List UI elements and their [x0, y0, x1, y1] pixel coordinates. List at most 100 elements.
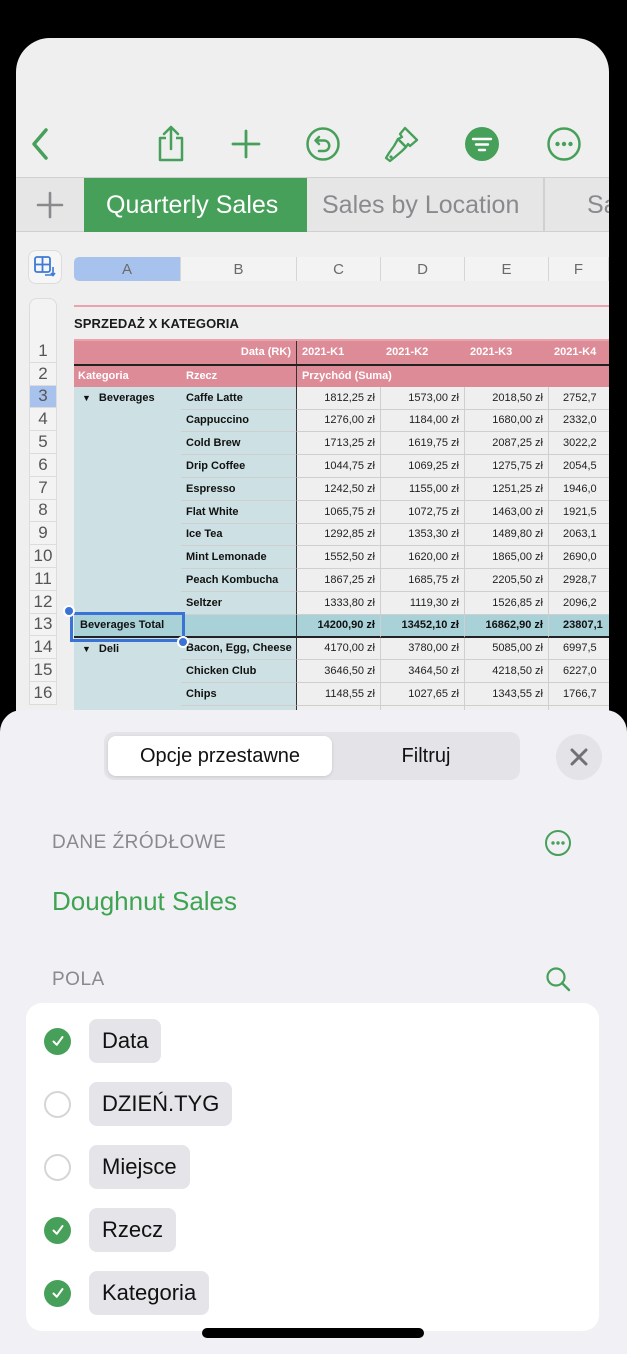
item-cell[interactable]: Mint Lemonade: [181, 546, 297, 570]
value-cell[interactable]: 1069,25 zł: [381, 455, 465, 478]
value-cell[interactable]: 1620,00 zł: [381, 546, 465, 570]
table-options-button[interactable]: [28, 250, 62, 284]
value-cell[interactable]: 1333,80 zł: [297, 591, 381, 615]
value-cell[interactable]: 2928,7: [549, 569, 609, 592]
value-cell[interactable]: 1552,50 zł: [297, 546, 381, 570]
total-value-cell[interactable]: 14200,90 zł: [297, 614, 381, 638]
value-cell[interactable]: 1463,00 zł: [465, 500, 549, 524]
header-cell[interactable]: 2021-K2: [381, 341, 465, 364]
value-cell[interactable]: 1766,7: [549, 683, 609, 706]
checkmark-unchecked-icon[interactable]: [44, 1153, 71, 1181]
category-cell[interactable]: [74, 546, 181, 570]
value-cell[interactable]: 4170,00 zł: [297, 637, 381, 661]
undo-icon[interactable]: [303, 124, 343, 164]
item-cell[interactable]: Cappuccino: [181, 409, 297, 433]
back-chevron-icon[interactable]: [20, 124, 60, 164]
tab-truncated[interactable]: Sa: [544, 178, 609, 232]
value-cell[interactable]: 3646,50 zł: [297, 660, 381, 684]
value-cell[interactable]: 3780,00 zł: [381, 637, 465, 661]
item-cell[interactable]: Drip Coffee: [181, 455, 297, 478]
value-cell[interactable]: 1685,75 zł: [381, 569, 465, 592]
value-cell[interactable]: 2087,25 zł: [465, 432, 549, 456]
value-cell[interactable]: 1526,85 zł: [465, 591, 549, 615]
category-cell[interactable]: [74, 660, 181, 684]
field-chip[interactable]: Kategoria: [89, 1271, 210, 1315]
value-cell[interactable]: 1619,75 zł: [381, 432, 465, 456]
value-cell[interactable]: 2096,2: [549, 591, 609, 615]
value-cell[interactable]: 1867,25 zł: [297, 569, 381, 592]
value-cell[interactable]: 1489,80 zł: [465, 523, 549, 547]
category-cell[interactable]: [74, 477, 181, 501]
field-chip[interactable]: Data: [89, 1019, 162, 1063]
selection-handle-top-left[interactable]: [63, 605, 75, 617]
value-cell[interactable]: 1242,50 zł: [297, 477, 381, 501]
category-cell[interactable]: ▼ Deli: [74, 637, 181, 661]
value-cell[interactable]: 1573,00 zł: [381, 386, 465, 410]
item-cell[interactable]: Flat White: [181, 500, 297, 524]
value-cell[interactable]: 1119,30 zł: [381, 591, 465, 615]
close-button[interactable]: [556, 734, 602, 780]
header-cell[interactable]: 2021-K3: [465, 341, 549, 364]
row-header[interactable]: 12: [29, 590, 57, 614]
checkmark-checked-icon[interactable]: [44, 1027, 71, 1055]
item-cell[interactable]: Bacon, Egg, Cheese: [181, 637, 297, 661]
header-cell[interactable]: Przychód (Suma): [297, 365, 609, 387]
row-header[interactable]: 9: [29, 522, 57, 546]
row-header[interactable]: 1: [29, 340, 57, 363]
row-header[interactable]: 16: [29, 681, 57, 705]
value-cell[interactable]: 3464,50 zł: [381, 660, 465, 684]
item-cell[interactable]: Ice Tea: [181, 523, 297, 547]
column-header-d[interactable]: D: [381, 257, 465, 281]
header-cell[interactable]: 2021-K4: [549, 341, 609, 364]
total-value-cell[interactable]: 16862,90 zł: [465, 614, 549, 638]
add-icon[interactable]: [226, 124, 266, 164]
segment-pivot-options[interactable]: Opcje przestawne: [108, 736, 332, 776]
row-header[interactable]: 14: [29, 636, 57, 660]
value-cell[interactable]: 1343,55 zł: [465, 683, 549, 706]
item-cell[interactable]: Chicken Club: [181, 660, 297, 684]
source-more-button[interactable]: [542, 827, 574, 859]
category-cell[interactable]: [74, 569, 181, 592]
home-indicator[interactable]: [202, 1328, 424, 1338]
value-cell[interactable]: 1184,00 zł: [381, 409, 465, 433]
checkmark-checked-icon[interactable]: [44, 1216, 71, 1244]
row-header[interactable]: 6: [29, 453, 57, 477]
row-header[interactable]: 10: [29, 545, 57, 568]
category-cell[interactable]: ▼ Beverages: [74, 386, 181, 410]
value-cell[interactable]: 1155,00 zł: [381, 477, 465, 501]
value-cell[interactable]: 1027,65 zł: [381, 683, 465, 706]
fields-search-button[interactable]: [542, 963, 574, 995]
value-cell[interactable]: 2752,7: [549, 386, 609, 410]
value-cell[interactable]: 4218,50 zł: [465, 660, 549, 684]
organize-filter-icon[interactable]: [462, 124, 502, 164]
total-label-cell[interactable]: Beverages Total: [74, 614, 297, 638]
item-cell[interactable]: Seltzer: [181, 591, 297, 615]
checkmark-checked-icon[interactable]: [44, 1279, 71, 1307]
value-cell[interactable]: 2063,1: [549, 523, 609, 547]
header-cell[interactable]: 2021-K1: [297, 341, 381, 364]
add-sheet-button[interactable]: [16, 178, 84, 232]
value-cell[interactable]: 1812,25 zł: [297, 386, 381, 410]
value-cell[interactable]: 1275,75 zł: [465, 455, 549, 478]
value-cell[interactable]: 1044,75 zł: [297, 455, 381, 478]
total-value-cell[interactable]: 13452,10 zł: [381, 614, 465, 638]
row-header[interactable]: 7: [29, 476, 57, 500]
disclosure-triangle-icon[interactable]: ▼: [82, 644, 91, 654]
category-cell[interactable]: [74, 683, 181, 706]
value-cell[interactable]: 1921,5: [549, 500, 609, 524]
value-cell[interactable]: 6997,5: [549, 637, 609, 661]
row-header-selected[interactable]: 3: [29, 385, 57, 409]
value-cell[interactable]: 1072,75 zł: [381, 500, 465, 524]
share-icon[interactable]: [151, 124, 191, 164]
value-cell[interactable]: 1251,25 zł: [465, 477, 549, 501]
value-cell[interactable]: 3022,2: [549, 432, 609, 456]
value-cell[interactable]: 1680,00 zł: [465, 409, 549, 433]
tab-sales-by-location[interactable]: Sales by Location: [307, 178, 544, 232]
header-cell[interactable]: Kategoria: [74, 365, 181, 387]
checkmark-unchecked-icon[interactable]: [44, 1090, 71, 1118]
value-cell[interactable]: 1065,75 zł: [297, 500, 381, 524]
field-chip[interactable]: Miejsce: [89, 1145, 190, 1189]
column-header-b[interactable]: B: [181, 257, 297, 281]
value-cell[interactable]: 2018,50 zł: [465, 386, 549, 410]
item-cell[interactable]: Chips: [181, 683, 297, 706]
